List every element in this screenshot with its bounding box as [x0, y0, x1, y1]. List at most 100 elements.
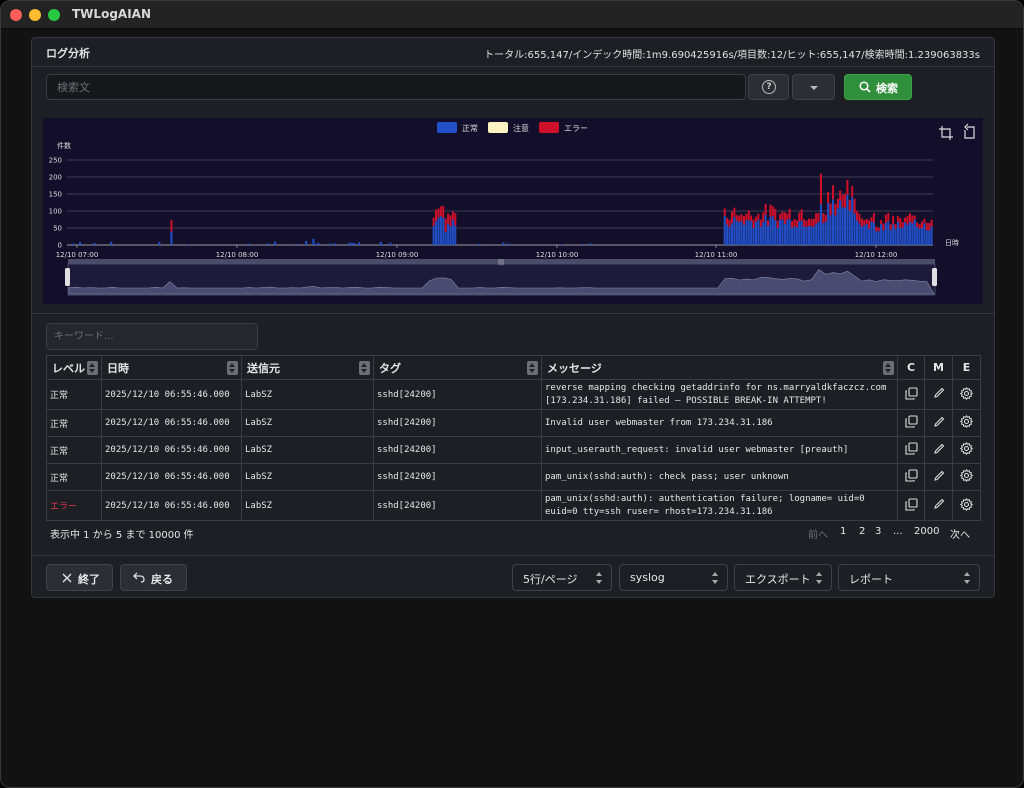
bar-normal[interactable]	[71, 243, 74, 245]
bar-error[interactable]	[435, 209, 438, 222]
bar-error[interactable]	[742, 216, 745, 225]
bar-error[interactable]	[730, 211, 733, 224]
bar-normal[interactable]	[889, 229, 892, 245]
copy-cell[interactable]	[897, 490, 925, 521]
bar-normal[interactable]	[865, 223, 868, 245]
bar-normal[interactable]	[882, 230, 885, 245]
bar-error[interactable]	[444, 218, 447, 232]
pencil-icon[interactable]	[933, 443, 945, 458]
bar-error[interactable]	[872, 213, 875, 223]
bar-error[interactable]	[856, 211, 859, 221]
bar-normal[interactable]	[817, 221, 820, 245]
bar-error[interactable]	[836, 198, 839, 209]
pagination-next[interactable]: 次へ	[950, 526, 970, 541]
sort-icon[interactable]	[359, 361, 370, 375]
bar-normal[interactable]	[439, 216, 442, 245]
bar-error[interactable]	[853, 198, 856, 214]
bar-error[interactable]	[754, 216, 757, 222]
bar-normal[interactable]	[447, 223, 450, 245]
bar-normal[interactable]	[918, 228, 921, 245]
zoom-reset-icon[interactable]	[964, 123, 975, 139]
bar-normal[interactable]	[451, 219, 454, 245]
bar-normal[interactable]	[432, 226, 435, 245]
bar-normal[interactable]	[788, 218, 791, 245]
column-header-tag[interactable]: タグ	[373, 355, 542, 380]
bar-error[interactable]	[858, 213, 861, 224]
settings-cell[interactable]	[952, 490, 981, 521]
bar-normal[interactable]	[851, 197, 854, 245]
bar-error[interactable]	[752, 219, 755, 228]
gear-icon[interactable]	[959, 414, 974, 431]
bar-error[interactable]	[771, 206, 774, 217]
bar-normal[interactable]	[786, 219, 789, 245]
back-button[interactable]: 戻る	[120, 564, 187, 591]
bar-error[interactable]	[769, 204, 772, 217]
bar-normal[interactable]	[442, 217, 445, 245]
close-window-button[interactable]	[10, 9, 22, 21]
log-type-select[interactable]: syslog	[619, 564, 728, 591]
bar-error[interactable]	[923, 218, 926, 224]
sort-icon[interactable]	[87, 361, 98, 375]
bar-error[interactable]	[783, 212, 786, 224]
bar-error[interactable]	[834, 203, 837, 216]
bar-normal[interactable]	[187, 244, 190, 245]
bar-normal[interactable]	[158, 241, 161, 245]
bar-normal[interactable]	[757, 219, 760, 245]
bar-normal[interactable]	[110, 241, 113, 245]
bar-error[interactable]	[733, 207, 736, 217]
pagination-page-last[interactable]: 2000	[914, 526, 939, 537]
bar-error[interactable]	[918, 223, 921, 229]
bar-error[interactable]	[788, 208, 791, 219]
bar-normal[interactable]	[382, 244, 385, 245]
copy-icon[interactable]	[904, 415, 918, 431]
bar-normal[interactable]	[581, 244, 584, 245]
bar-error[interactable]	[894, 224, 897, 229]
bar-error[interactable]	[815, 213, 818, 224]
bar-normal[interactable]	[507, 243, 510, 245]
bar-normal[interactable]	[93, 242, 96, 245]
table-row[interactable]: 正常 2025/12/10 06:55:46.000 LabSZ sshd[24200…	[46, 436, 981, 464]
bar-normal[interactable]	[913, 219, 916, 245]
bar-normal[interactable]	[783, 223, 786, 245]
bar-normal[interactable]	[750, 221, 753, 245]
bar-normal[interactable]	[841, 207, 844, 245]
bar-normal[interactable]	[930, 226, 933, 245]
zoom-select-icon[interactable]	[939, 126, 953, 140]
bar-error[interactable]	[928, 222, 931, 231]
bar-error[interactable]	[439, 206, 442, 217]
bar-error[interactable]	[904, 217, 907, 223]
bar-error[interactable]	[791, 221, 794, 228]
bar-error[interactable]	[911, 215, 914, 224]
bar-normal[interactable]	[822, 223, 825, 245]
bar-error[interactable]	[880, 219, 883, 225]
pencil-icon[interactable]	[933, 416, 945, 431]
help-button[interactable]: ?	[748, 74, 789, 100]
bar-normal[interactable]	[863, 225, 866, 245]
bar-error[interactable]	[892, 215, 895, 225]
pagination-prev[interactable]: 前へ	[808, 526, 828, 541]
bar-error[interactable]	[860, 218, 863, 227]
bar-error[interactable]	[786, 213, 789, 220]
copy-icon[interactable]	[904, 469, 918, 485]
bar-error[interactable]	[884, 214, 887, 223]
bar-error[interactable]	[793, 219, 796, 227]
bar-normal[interactable]	[745, 220, 748, 245]
bar-error[interactable]	[822, 213, 825, 224]
bar-normal[interactable]	[273, 241, 276, 245]
bar-error[interactable]	[728, 219, 731, 228]
bar-error[interactable]	[827, 191, 830, 204]
copy-cell[interactable]	[897, 409, 925, 437]
bar-error[interactable]	[841, 194, 844, 208]
gear-icon[interactable]	[959, 497, 974, 514]
bar-normal[interactable]	[759, 226, 762, 245]
bar-normal[interactable]	[353, 243, 356, 245]
bar-normal[interactable]	[358, 242, 361, 245]
bar-normal[interactable]	[829, 215, 832, 245]
bar-normal[interactable]	[819, 204, 822, 245]
bar-error[interactable]	[877, 227, 880, 232]
bar-normal[interactable]	[435, 221, 438, 245]
bar-normal[interactable]	[807, 225, 810, 245]
bar-normal[interactable]	[812, 226, 815, 245]
bar-error[interactable]	[432, 217, 435, 227]
bar-normal[interactable]	[771, 216, 774, 245]
